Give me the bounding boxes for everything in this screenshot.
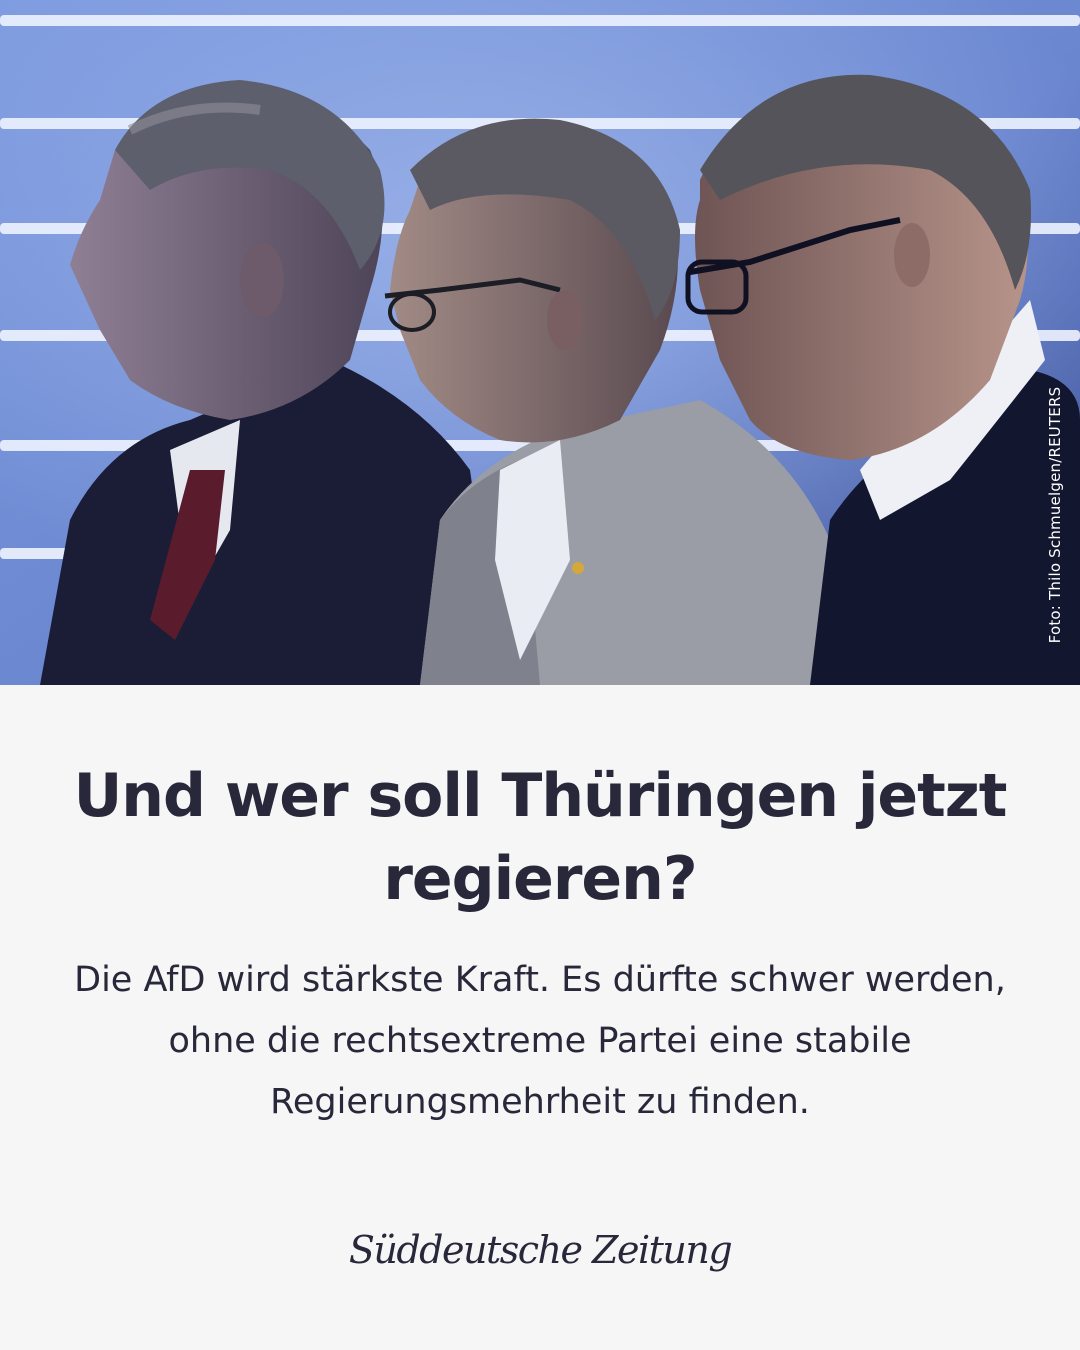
photo-credit-text: Foto: Thilo Schmuelgen/REUTERS [1046, 386, 1064, 644]
header-photo: Foto: Thilo Schmuelgen/REUTERS [0, 0, 1080, 685]
photo-credit: Foto: Thilo Schmuelgen/REUTERS [1044, 375, 1066, 655]
subline: Die AfD wird stärkste Kraft. Es dürfte s… [74, 960, 1006, 1122]
headline: Und wer soll Thüringen jetzt regieren? [73, 761, 1008, 914]
text-panel: Und wer soll Thüringen jetzt regieren? D… [0, 685, 1080, 1350]
sueddeutsche-zeitung-logo: Süddeutsche Zeitung [348, 1228, 733, 1272]
photo-illustration [0, 0, 1080, 685]
